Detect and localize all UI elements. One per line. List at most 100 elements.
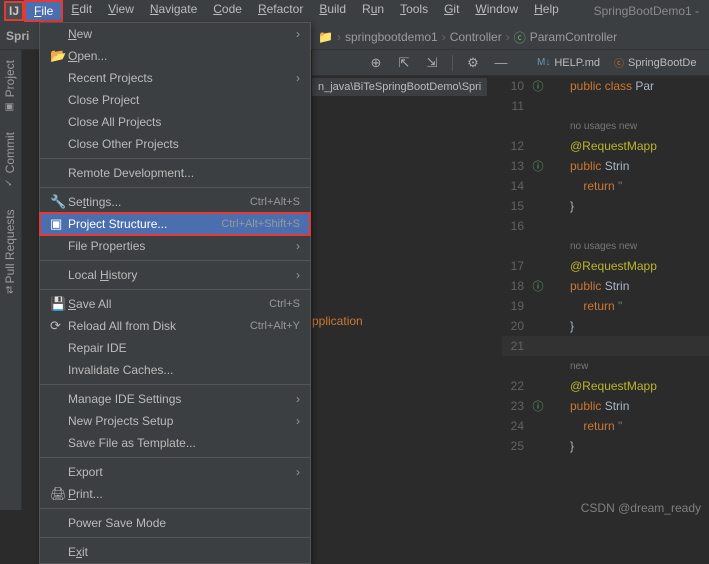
- menubar-item-view[interactable]: View: [100, 0, 142, 22]
- menu-separator: [40, 289, 310, 290]
- code-line[interactable]: new: [502, 356, 709, 376]
- editor-toolbar: ⊕ ⇱ ⇲ ⚙ — M↓HELP.md ⓒSpringBootDe: [312, 50, 709, 76]
- menubar-item-tools[interactable]: Tools: [392, 0, 436, 22]
- menu-label: Repair IDE: [68, 341, 300, 355]
- menu-item-reload-all-from-disk[interactable]: ⟳Reload All from DiskCtrl+Alt+Y: [40, 315, 310, 337]
- menu-item-close-all-projects[interactable]: Close All Projects: [40, 111, 310, 133]
- menu-item-close-project[interactable]: Close Project: [40, 89, 310, 111]
- code-line[interactable]: 23ⓘpublic Strin: [502, 396, 709, 416]
- menu-item-new[interactable]: New ›: [40, 23, 310, 45]
- code-text: }: [546, 439, 574, 453]
- code-line[interactable]: 20}: [502, 316, 709, 336]
- tool-window-commit[interactable]: ✓Commit: [0, 122, 20, 198]
- code-line[interactable]: 25}: [502, 436, 709, 456]
- code-line[interactable]: 12@RequestMapp: [502, 136, 709, 156]
- menu-item-repair-ide[interactable]: Repair IDE: [40, 337, 310, 359]
- menu-item-new-projects-setup[interactable]: New Projects Setup›: [40, 410, 310, 432]
- chevron-right-icon: ›: [296, 414, 300, 428]
- code-line[interactable]: 18ⓘpublic Strin: [502, 276, 709, 296]
- target-icon[interactable]: ⊕: [368, 55, 384, 71]
- menu-separator: [40, 260, 310, 261]
- tool-window-pull-requests[interactable]: ⇅Pull Requests: [0, 199, 20, 305]
- code-text: return ": [546, 299, 622, 313]
- app-logo-icon: IJ: [4, 1, 24, 21]
- menu-item-exit[interactable]: Exit: [40, 541, 310, 563]
- menubar-item-refactor[interactable]: Refactor: [250, 0, 311, 22]
- file-menu-dropdown: New › 📂Open...Recent Projects› Close Projec…: [39, 22, 311, 564]
- menubar-item-navigate[interactable]: Navigate: [142, 0, 205, 22]
- menu-item-recent-projects[interactable]: Recent Projects›: [40, 67, 310, 89]
- menu-label: New: [68, 27, 288, 41]
- breadcrumb-item[interactable]: ParamController: [530, 30, 617, 44]
- gutter-icon: ⓘ: [530, 158, 546, 174]
- gutter-icon: ⓘ: [530, 78, 546, 94]
- menubar-item-window[interactable]: Window: [467, 0, 526, 22]
- menubar-item-build[interactable]: Build: [311, 0, 354, 22]
- chevron-right-icon: ›: [296, 239, 300, 253]
- inlay-hint: no usages new: [546, 241, 637, 252]
- menubar: IJ FileEditViewNavigateCodeRefactorBuild…: [0, 0, 709, 22]
- code-line[interactable]: 14 return ": [502, 176, 709, 196]
- menu-label: Project Structure...: [68, 217, 209, 231]
- code-line[interactable]: 15}: [502, 196, 709, 216]
- code-line[interactable]: 17@RequestMapp: [502, 256, 709, 276]
- gear-icon[interactable]: ⚙: [465, 55, 481, 71]
- menu-item-invalidate-caches[interactable]: Invalidate Caches...: [40, 359, 310, 381]
- chevron-right-icon: ›: [296, 27, 300, 41]
- menubar-item-file[interactable]: File: [24, 0, 63, 22]
- breadcrumb-item[interactable]: springbootdemo1: [345, 30, 438, 44]
- menu-item-power-save-mode[interactable]: Power Save Mode: [40, 512, 310, 534]
- menu-item-open[interactable]: 📂Open...: [40, 45, 310, 67]
- code-line[interactable]: 22@RequestMapp: [502, 376, 709, 396]
- folder-icon: 📁: [318, 30, 333, 44]
- chevron-right-icon: ›: [506, 30, 510, 44]
- tab-help-md[interactable]: M↓HELP.md: [531, 54, 606, 72]
- menu-item-export[interactable]: Export›: [40, 461, 310, 483]
- pull-request-icon: ⇅: [6, 285, 14, 296]
- menu-item-project-structure[interactable]: ▣Project Structure...Ctrl+Alt+Shift+S: [40, 213, 310, 235]
- line-number: 15: [502, 199, 530, 213]
- menu-shortcut: Ctrl+Alt+Y: [250, 320, 300, 332]
- breadcrumb[interactable]: 📁 › springbootdemo1 › Controller › ⓒ Par…: [312, 27, 617, 47]
- menu-item-close-other-projects[interactable]: Close Other Projects: [40, 133, 310, 155]
- code-line[interactable]: 24 return ": [502, 416, 709, 436]
- menubar-item-help[interactable]: Help: [526, 0, 567, 22]
- line-number: 24: [502, 419, 530, 433]
- menu-item-settings[interactable]: 🔧Settings...Ctrl+Alt+S: [40, 191, 310, 213]
- code-line[interactable]: no usages new: [502, 116, 709, 136]
- code-line[interactable]: no usages new: [502, 236, 709, 256]
- line-number: 11: [502, 99, 530, 113]
- collapse-icon[interactable]: ⇲: [424, 55, 440, 71]
- menu-label: Close Project: [68, 93, 300, 107]
- menu-item-remote-development[interactable]: Remote Development...: [40, 162, 310, 184]
- inlay-hint: no usages new: [546, 121, 637, 132]
- menu-item-print[interactable]: 🖨Print...: [40, 483, 310, 505]
- menu-item-local-history[interactable]: Local History›: [40, 264, 310, 286]
- menu-item-manage-ide-settings[interactable]: Manage IDE Settings›: [40, 388, 310, 410]
- breadcrumb-item[interactable]: Controller: [450, 30, 502, 44]
- line-number: 18: [502, 279, 530, 293]
- tab-springbootdemo[interactable]: ⓒSpringBootDe: [608, 52, 703, 73]
- code-line[interactable]: 13ⓘpublic Strin: [502, 156, 709, 176]
- menu-item-file-properties[interactable]: File Properties›: [40, 235, 310, 257]
- expand-icon[interactable]: ⇱: [396, 55, 412, 71]
- editor-tabs: M↓HELP.md ⓒSpringBootDe: [531, 52, 703, 73]
- hide-icon[interactable]: —: [493, 55, 509, 71]
- code-line[interactable]: 10ⓘpublic class Par: [502, 76, 709, 96]
- menubar-item-run[interactable]: Run: [354, 0, 392, 22]
- menu-item-save-file-as-template[interactable]: Save File as Template...: [40, 432, 310, 454]
- menubar-item-code[interactable]: Code: [205, 0, 250, 22]
- menubar-item-edit[interactable]: Edit: [63, 0, 100, 22]
- code-line[interactable]: 19 return ": [502, 296, 709, 316]
- menu-shortcut: Ctrl+Alt+S: [250, 196, 300, 208]
- code-line[interactable]: 21: [502, 336, 709, 356]
- tool-window-project[interactable]: ▣Project: [0, 50, 20, 122]
- code-text: }: [546, 319, 574, 333]
- menu-item-save-all[interactable]: 💾Save AllCtrl+S: [40, 293, 310, 315]
- menubar-item-git[interactable]: Git: [436, 0, 467, 22]
- path-fragment: n_java\BiTeSpringBootDemo\Spri: [312, 78, 487, 96]
- code-editor[interactable]: 10ⓘpublic class Par 11 no usages new 12@Req…: [502, 76, 709, 519]
- code-line[interactable]: 11: [502, 96, 709, 116]
- left-tool-window-bar: ▣Project ✓Commit ⇅Pull Requests: [0, 50, 22, 510]
- code-line[interactable]: 16: [502, 216, 709, 236]
